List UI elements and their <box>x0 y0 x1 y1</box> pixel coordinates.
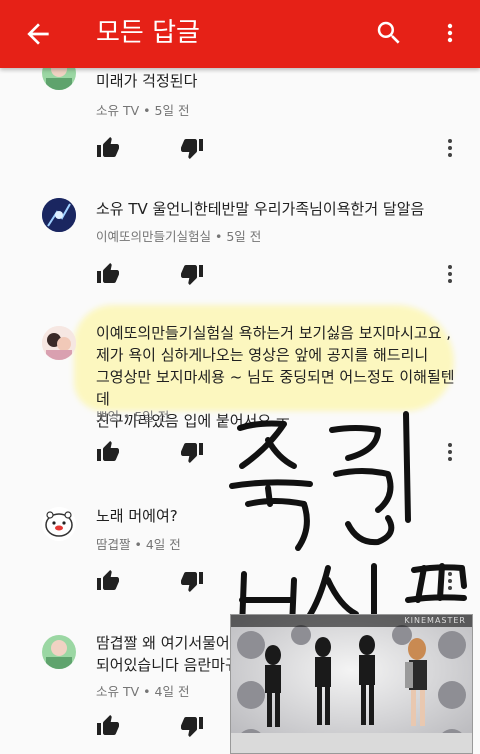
comment-actions <box>96 136 466 166</box>
comment-time: 4일 전 <box>145 537 181 552</box>
more-vert-icon[interactable] <box>446 136 462 162</box>
comment-author[interactable]: 소유 TV <box>96 103 139 118</box>
video-frame-image <box>231 615 472 753</box>
comment-author[interactable]: 뽀잉 <box>96 409 119 424</box>
thumb-up-icon[interactable] <box>96 714 122 740</box>
page-title: 모든 답글 <box>96 18 200 48</box>
comment-actions <box>96 440 466 470</box>
comment-time: 5일 전 <box>154 103 190 118</box>
avatar[interactable] <box>42 198 76 232</box>
comment-meta: 이예또의만들기실험실 • 5일 전 <box>96 229 262 244</box>
more-vert-icon[interactable] <box>446 262 462 288</box>
comment-actions <box>96 569 466 599</box>
comment-text: 노래 머에여? <box>96 507 178 525</box>
comment-author[interactable]: 땀겹짤 <box>96 537 131 552</box>
comment-actions <box>96 262 466 292</box>
thumb-down-icon[interactable] <box>180 136 206 162</box>
search-icon[interactable] <box>374 18 404 48</box>
watermark: KINEMASTER <box>404 616 466 625</box>
comment-time: 5일 전 <box>134 409 170 424</box>
avatar[interactable] <box>42 326 76 360</box>
comment-meta: 땀겹짤 • 4일 전 <box>96 537 181 552</box>
avatar[interactable] <box>42 635 76 669</box>
thumb-up-icon[interactable] <box>96 440 122 466</box>
thumb-up-icon[interactable] <box>96 569 122 595</box>
avatar[interactable] <box>42 507 76 541</box>
thumb-down-icon[interactable] <box>180 569 206 595</box>
thumb-down-icon[interactable] <box>180 440 206 466</box>
comment-author[interactable]: 이예또의만들기실험실 <box>96 229 211 244</box>
comment-author[interactable]: 소유 TV <box>96 684 139 699</box>
thumb-down-icon[interactable] <box>180 262 206 288</box>
comment-meta: 뽀잉 • 5일 전 <box>96 409 170 424</box>
comment-text: 미래가 걱정된다 <box>96 72 198 90</box>
video-preview-thumbnail[interactable]: KINEMASTER <box>230 614 473 754</box>
more-vert-icon[interactable] <box>438 18 462 48</box>
thumb-up-icon[interactable] <box>96 136 122 162</box>
back-arrow-icon[interactable] <box>22 18 54 50</box>
thumb-up-icon[interactable] <box>96 262 122 288</box>
comment-meta: 소유 TV • 5일 전 <box>96 103 190 118</box>
comment-meta: 소유 TV • 4일 전 <box>96 684 190 699</box>
more-vert-icon[interactable] <box>446 569 462 595</box>
thumb-down-icon[interactable] <box>180 714 206 740</box>
comment-time: 4일 전 <box>154 684 190 699</box>
app-bar: 모든 답글 <box>0 0 480 68</box>
comment-time: 5일 전 <box>226 229 262 244</box>
comment-text: 소유 TV 울언니한테반말 우리가족님이욕한거 달알음 <box>96 200 425 218</box>
more-vert-icon[interactable] <box>446 440 462 466</box>
